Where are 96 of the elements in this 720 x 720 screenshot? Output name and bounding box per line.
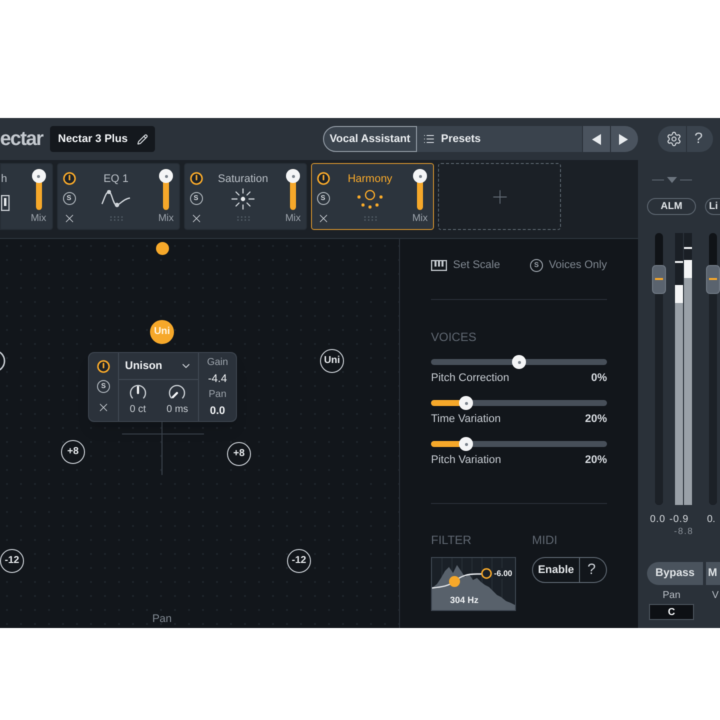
add-module-slot[interactable] — [438, 163, 561, 230]
mode-button[interactable]: ALM — [647, 198, 696, 215]
gain-label: Gain — [206, 356, 228, 370]
slider-value: 20% — [584, 453, 607, 467]
grip-icon — [236, 216, 250, 221]
level-reading: -0.9 — [669, 514, 689, 526]
mute-button[interactable]: M — [705, 562, 720, 585]
control-label: Pan — [662, 590, 682, 602]
slider[interactable] — [431, 437, 607, 451]
mix-label: Mix — [158, 213, 174, 225]
rectangle-icon — [1, 195, 10, 211]
fader[interactable] — [652, 233, 666, 505]
module-title: h — [1, 172, 8, 186]
level-reading: 0.0 — [650, 514, 666, 526]
slider-thumb[interactable] — [413, 169, 427, 183]
mix-label: Mix — [285, 213, 301, 225]
fader[interactable] — [706, 233, 720, 505]
power-icon[interactable] — [97, 360, 110, 373]
preset-name-field[interactable]: Nectar 3 Plus — [50, 126, 155, 152]
previous-button[interactable] — [582, 126, 610, 152]
ring-icon — [0, 349, 6, 373]
mix-slider[interactable] — [286, 169, 300, 210]
filter-handle-icon[interactable] — [481, 568, 492, 579]
peak-reading: -8.8 — [673, 526, 695, 536]
filter-frequency-value: 304 Hz — [450, 595, 479, 606]
set-scale-button[interactable]: Set Scale — [431, 256, 500, 274]
fader-handle[interactable] — [652, 264, 666, 294]
pan-value: 0.0 — [210, 404, 226, 419]
circle-dots-icon — [355, 188, 385, 210]
mix-slider[interactable] — [413, 169, 427, 210]
slider-label: Pitch Correction — [431, 371, 510, 385]
power-icon[interactable] — [190, 172, 202, 185]
slider-label: Pitch Variation — [431, 453, 502, 467]
app-logo: ectar — [0, 129, 44, 149]
filter-handle-icon[interactable] — [449, 576, 460, 587]
axis-label: Pan — [152, 612, 172, 627]
marker-icon — [652, 177, 692, 183]
slider-thumb[interactable] — [459, 396, 474, 410]
help-button[interactable]: ? — [580, 557, 607, 583]
module-title: Saturation — [218, 172, 268, 186]
grip-icon — [110, 216, 122, 221]
slider-thumb[interactable] — [459, 437, 474, 451]
mix-label: Mix — [412, 213, 428, 225]
voice-node[interactable]: +8 — [227, 442, 251, 466]
bypass-button[interactable]: Bypass — [647, 562, 703, 585]
mix-label: Mix — [30, 213, 46, 225]
mix-slider[interactable] — [32, 169, 46, 210]
voice-node[interactable]: -12 — [0, 549, 24, 573]
left-triangle-icon — [592, 134, 601, 144]
slider-value: 0% — [591, 371, 607, 385]
pan-label: Pan — [208, 388, 226, 402]
section-heading: MIDI — [532, 533, 558, 547]
voice-node[interactable]: Uni — [320, 349, 344, 373]
mix-slider[interactable] — [159, 169, 173, 210]
knob-value: 0 ct — [130, 404, 146, 416]
settings-button[interactable] — [658, 126, 686, 152]
slider-label: Time Variation — [431, 412, 501, 426]
vocal-assistant-button[interactable]: Vocal Assistant — [323, 126, 417, 152]
slider-value: 20% — [584, 412, 607, 426]
filter-gain-value: -6.00 — [493, 568, 514, 579]
knob-value: 0 ms — [166, 404, 188, 416]
section-heading: FILTER — [431, 533, 472, 547]
control-label: V — [711, 590, 720, 602]
slider[interactable] — [431, 396, 607, 410]
module-title: EQ 1 — [103, 172, 129, 186]
level-reading: 0. — [707, 514, 716, 526]
burst-icon — [229, 188, 257, 210]
fader-handle[interactable] — [706, 264, 720, 294]
power-icon[interactable] — [316, 172, 330, 185]
piano-icon — [431, 260, 447, 270]
grip-icon — [364, 216, 376, 221]
pencil-icon — [137, 134, 148, 144]
slider-thumb[interactable] — [32, 169, 46, 183]
right-triangle-icon — [618, 134, 628, 144]
pan-field[interactable]: C — [649, 604, 694, 620]
enable-button[interactable]: Enable — [532, 557, 580, 583]
voice-node[interactable]: -12 — [287, 549, 311, 573]
module-title: Harmony — [348, 172, 392, 186]
slider-thumb[interactable] — [159, 169, 173, 183]
dot-icon[interactable] — [156, 242, 169, 255]
settings-icon — [666, 131, 682, 147]
slider[interactable] — [431, 355, 607, 369]
presets-button[interactable]: Presets — [417, 126, 582, 152]
gain-value: -4.4 — [208, 372, 227, 387]
filter-graph[interactable]: -6.00 304 Hz — [431, 557, 516, 611]
mode-button[interactable]: Li — [705, 198, 720, 215]
curve-icon — [101, 188, 131, 210]
voice-type-dropdown[interactable]: Unison — [119, 353, 198, 380]
slider-thumb[interactable] — [512, 355, 526, 369]
power-icon[interactable] — [62, 172, 76, 185]
module-card[interactable]: h Mix — [0, 163, 53, 230]
help-button[interactable]: ? — [686, 126, 713, 152]
slider-thumb[interactable] — [286, 169, 300, 183]
section-heading: VOICES — [431, 330, 478, 344]
voice-node[interactable]: +8 — [61, 440, 85, 464]
next-button[interactable] — [610, 126, 638, 152]
